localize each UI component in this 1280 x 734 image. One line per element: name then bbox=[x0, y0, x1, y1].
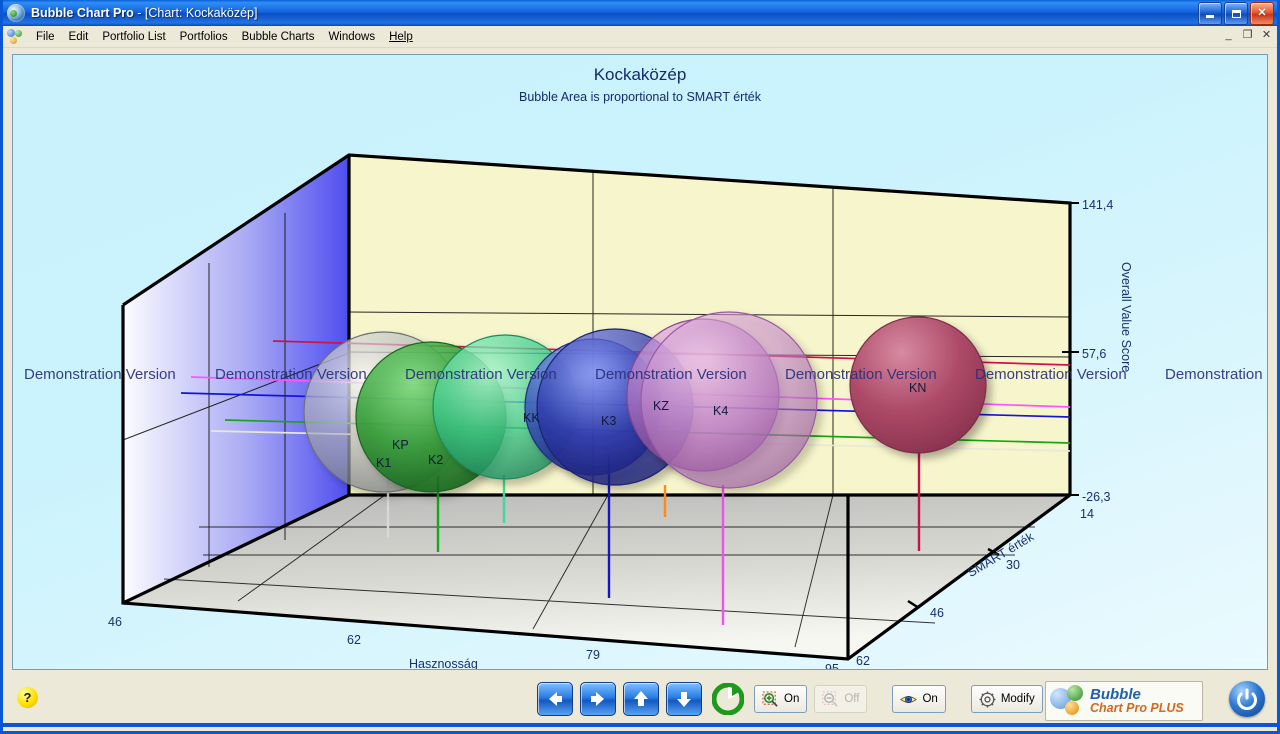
mdi-restore-button[interactable]: ❐ bbox=[1241, 28, 1254, 41]
x-tick-46: 46 bbox=[108, 615, 122, 629]
menu-bar: File Edit Portfolio List Portfolios Bubb… bbox=[3, 26, 1277, 48]
bubble-label-K1: K1 bbox=[376, 456, 392, 470]
zoom-in-toggle[interactable]: On bbox=[754, 685, 808, 713]
menu-item-windows[interactable]: Windows bbox=[321, 29, 382, 45]
minimize-icon bbox=[1206, 15, 1214, 18]
help-button[interactable]: ? bbox=[17, 687, 38, 708]
bubble-label-KN: KN bbox=[909, 381, 927, 395]
y-tick-bottom: -26,3 bbox=[1082, 490, 1111, 504]
y-axis-title: Overall Value Score bbox=[1119, 262, 1133, 373]
down-button[interactable] bbox=[666, 682, 702, 716]
product-logo: Bubble Chart Pro PLUS bbox=[1045, 681, 1203, 721]
watermark-text: Demonstration Version bbox=[24, 366, 176, 383]
window-title-doc: - [Chart: Kockaközép] bbox=[133, 6, 258, 20]
close-icon: ✕ bbox=[1257, 7, 1267, 19]
client-area: Kockaközép Bubble Area is proportional t… bbox=[3, 48, 1277, 673]
menu-item-help-label: Help bbox=[389, 30, 413, 43]
eye-icon bbox=[900, 695, 918, 703]
refresh-button[interactable] bbox=[712, 683, 744, 715]
mdi-close-button[interactable]: ✕ bbox=[1260, 28, 1273, 41]
chart-canvas[interactable]: Kockaközép Bubble Area is proportional t… bbox=[12, 54, 1268, 670]
menu-item-portfolios[interactable]: Portfolios bbox=[173, 29, 235, 45]
power-icon bbox=[1237, 688, 1257, 710]
forward-arrow-icon bbox=[591, 692, 604, 706]
z-tick-46: 46 bbox=[930, 606, 944, 620]
z-tick-14: 14 bbox=[1080, 507, 1094, 521]
window-controls: ✕ bbox=[1198, 2, 1274, 25]
menu-item-portfolio-list[interactable]: Portfolio List bbox=[95, 29, 172, 45]
z-tick-62: 62 bbox=[856, 654, 870, 668]
logo-line-2: Chart Pro PLUS bbox=[1090, 701, 1184, 716]
chart-3d-plot bbox=[121, 153, 1079, 661]
menu-item-edit[interactable]: Edit bbox=[62, 29, 96, 45]
bubble-label-K2: K2 bbox=[428, 453, 444, 467]
forward-button[interactable] bbox=[580, 682, 616, 716]
down-arrow-icon bbox=[677, 692, 691, 707]
zoom-out-toggle[interactable]: Off bbox=[814, 685, 868, 713]
application-window: Bubble Chart Pro - [Chart: Kockaközép] ✕… bbox=[0, 0, 1280, 734]
logo-line-1: Bubble bbox=[1090, 685, 1141, 703]
maximize-button[interactable] bbox=[1224, 2, 1248, 25]
bubble-label-KK: KK bbox=[523, 411, 540, 425]
x-tick-79: 79 bbox=[586, 648, 600, 662]
maximize-icon bbox=[1231, 9, 1241, 18]
watermark-text: Demonstration V bbox=[1165, 366, 1268, 383]
bubble-label-KZ: KZ bbox=[653, 399, 669, 413]
minimize-button[interactable] bbox=[1198, 2, 1222, 25]
menu-item-file[interactable]: File bbox=[29, 29, 62, 45]
bubble-label-K3: K3 bbox=[601, 414, 617, 428]
watermark-text: Demonstration Version bbox=[975, 366, 1127, 383]
watermark-text: Demonstration Version bbox=[595, 366, 747, 383]
exit-button[interactable] bbox=[1229, 681, 1265, 717]
mdi-window-controls: _ ❐ ✕ bbox=[1222, 28, 1273, 42]
watermark-text: Demonstration Version bbox=[215, 366, 367, 383]
title-bar: Bubble Chart Pro - [Chart: Kockaközép] ✕ bbox=[3, 0, 1277, 26]
watermark-text: Demonstration Version bbox=[405, 366, 557, 383]
up-button[interactable] bbox=[623, 682, 659, 716]
zoom-out-label: Off bbox=[844, 693, 860, 705]
logo-bubbles-icon bbox=[1050, 685, 1090, 717]
y-tick-top: 141,4 bbox=[1082, 198, 1114, 212]
x-tick-95: 95 bbox=[825, 662, 839, 670]
bubble-label-K4: K4 bbox=[713, 404, 729, 418]
zoom-in-icon bbox=[762, 690, 778, 707]
bottom-toolbar: ? On Off On Modify Bubble Chart Pro PLUS bbox=[3, 673, 1277, 727]
gear-icon bbox=[979, 690, 996, 708]
up-arrow-icon bbox=[634, 691, 648, 706]
x-tick-62: 62 bbox=[347, 633, 361, 647]
mdi-minimize-button[interactable]: _ bbox=[1222, 28, 1235, 41]
visibility-label: On bbox=[922, 693, 938, 705]
back-arrow-icon bbox=[549, 692, 562, 706]
modify-button[interactable]: Modify bbox=[970, 685, 1043, 713]
modify-label: Modify bbox=[1000, 693, 1035, 705]
zoom-out-icon bbox=[822, 690, 839, 707]
x-axis-title: Hasznosság bbox=[409, 657, 478, 670]
visibility-toggle[interactable]: On bbox=[892, 685, 946, 713]
zoom-in-label: On bbox=[784, 693, 800, 705]
window-title-app: Bubble Chart Pro bbox=[31, 6, 134, 20]
z-tick-30: 30 bbox=[1006, 558, 1020, 572]
close-button[interactable]: ✕ bbox=[1250, 2, 1274, 25]
y-tick-mid: 57,6 bbox=[1082, 347, 1107, 361]
bubbles-icon bbox=[7, 29, 22, 44]
app-icon bbox=[7, 4, 25, 22]
back-button[interactable] bbox=[537, 682, 573, 716]
bubble-label-KP: KP bbox=[392, 438, 409, 452]
window-title: Bubble Chart Pro - [Chart: Kockaközép] bbox=[31, 6, 257, 20]
menu-item-help[interactable]: Help bbox=[382, 29, 420, 45]
status-bar bbox=[3, 723, 1277, 727]
menu-item-bubble-charts[interactable]: Bubble Charts bbox=[235, 29, 322, 45]
